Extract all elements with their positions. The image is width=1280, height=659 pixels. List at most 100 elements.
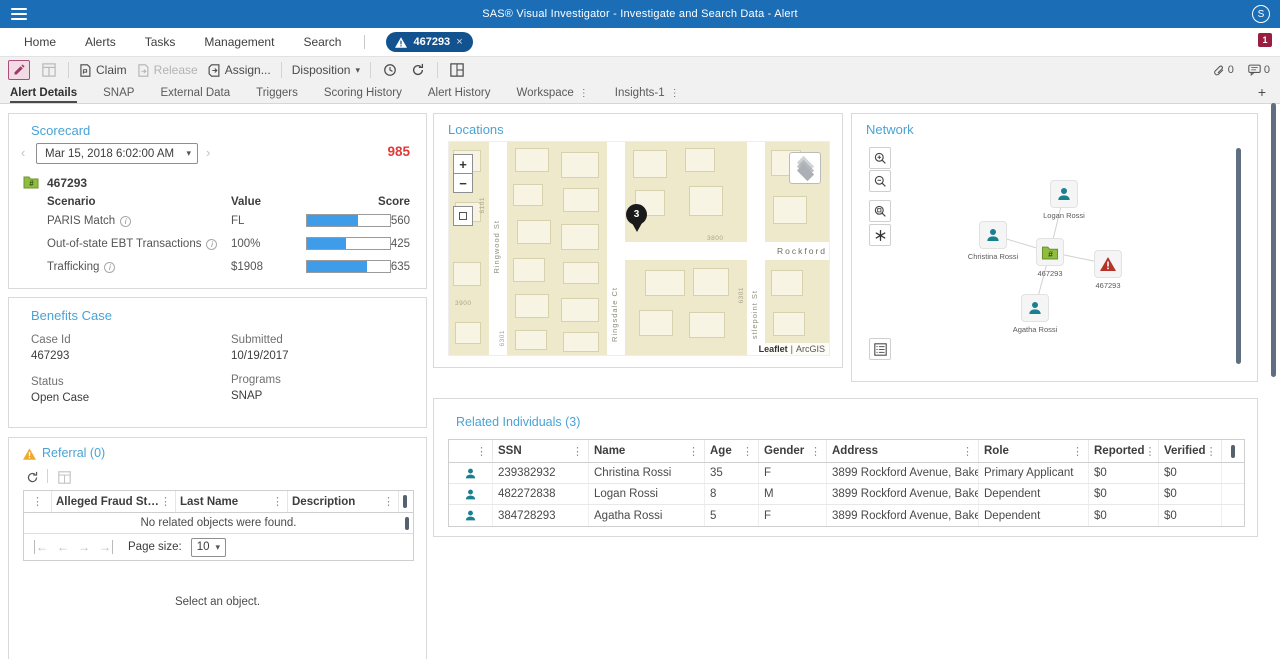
tab-scoring-history[interactable]: Scoring History (324, 87, 402, 103)
previous-date-icon[interactable]: ‹ (21, 145, 25, 160)
scenario-value: 100% (231, 238, 260, 250)
next-date-icon[interactable]: › (206, 145, 210, 160)
assign-button[interactable]: Assign... (208, 63, 271, 77)
map-box-select-button[interactable] (453, 206, 473, 226)
release-button[interactable]: Release (137, 63, 198, 77)
table-row[interactable]: 482272838 Logan Rossi 8 M 3899 Rockford … (449, 484, 1244, 505)
column-menu-icon[interactable]: ⋮ (962, 445, 973, 458)
arcgis-link[interactable]: ArcGIS (796, 344, 825, 354)
column-menu-icon[interactable]: ⋮ (160, 495, 171, 508)
attachments-button[interactable]: 0 (1213, 64, 1234, 77)
last-page-icon[interactable]: → (99, 540, 113, 554)
page-scrollbar[interactable] (1271, 103, 1276, 377)
table-scrollbar[interactable] (405, 517, 409, 530)
network-scrollbar[interactable] (1236, 148, 1241, 364)
nav-item-search[interactable]: Search (303, 35, 341, 49)
map-canvas[interactable]: Ringwood St Ringsdale Ct stlepoint St Ro… (448, 141, 830, 356)
column-menu-icon[interactable]: ⋮ (742, 445, 753, 458)
tab-menu-icon[interactable]: ⋮ (670, 88, 680, 99)
column-menu-icon[interactable]: ⋮ (810, 445, 821, 458)
scenario-name: PARIS Matchi (47, 215, 131, 227)
cell-role: Primary Applicant (979, 463, 1089, 483)
column-menu-icon[interactable]: ⋮ (688, 445, 699, 458)
board-view-button[interactable] (40, 61, 58, 79)
column-menu-icon[interactable]: ⋮ (1206, 445, 1217, 458)
referral-title: Referral (0) (42, 446, 105, 460)
cell-ssn: 384728293 (493, 505, 589, 526)
cell-address: 3899 Rockford Avenue, Bakers... (827, 484, 979, 504)
column-menu-icon[interactable]: ⋮ (32, 495, 43, 508)
notification-badge[interactable]: 1 (1258, 33, 1272, 47)
paperclip-icon (1213, 64, 1225, 77)
map-layers-button[interactable] (789, 152, 821, 184)
refresh-referrals-button[interactable] (23, 468, 41, 486)
tab-triggers[interactable]: Triggers (256, 87, 298, 103)
column-header: SSN (498, 445, 522, 457)
tab-alert-history[interactable]: Alert History (428, 87, 491, 103)
tab-alert-details[interactable]: Alert Details (10, 87, 77, 103)
table-scrollbar[interactable] (403, 495, 407, 508)
tab-external-data[interactable]: External Data (160, 87, 230, 103)
tab-insights-1[interactable]: Insights-1⋮ (615, 87, 680, 103)
network-node-logan-rossi[interactable] (1050, 180, 1078, 208)
nav-item-tasks[interactable]: Tasks (145, 35, 176, 49)
cell-address: 3899 Rockford Avenue, Bakers... (827, 505, 979, 526)
network-node-case[interactable]: # (1036, 238, 1064, 266)
info-icon[interactable]: i (120, 216, 131, 227)
edit-mode-button[interactable] (8, 60, 30, 80)
person-icon (464, 509, 477, 522)
refresh-button[interactable] (409, 61, 427, 79)
add-tab-button[interactable]: + (1258, 84, 1266, 100)
network-node-label: 467293 (1072, 281, 1144, 290)
table-scrollbar[interactable] (1231, 445, 1235, 458)
column-menu-icon[interactable]: ⋮ (383, 495, 394, 508)
parcel-number: 3900 (455, 300, 471, 307)
kanban-icon (42, 63, 56, 77)
claim-button[interactable]: Claim (79, 63, 127, 77)
network-node-alert[interactable] (1094, 250, 1122, 278)
column-menu-icon[interactable]: ⋮ (1144, 445, 1155, 458)
cell-age: 35 (705, 463, 759, 483)
grid-view-button[interactable] (55, 468, 73, 486)
location-marker[interactable]: 3 (626, 204, 647, 232)
page-size-select[interactable]: 10 ▾ (191, 538, 226, 557)
table-row[interactable]: 384728293 Agatha Rossi 5 F 3899 Rockford… (449, 505, 1244, 526)
previous-page-icon[interactable]: ← (57, 540, 69, 554)
score-date-select[interactable]: Mar 15, 2018 6:02:00 AM ▾ (36, 143, 198, 164)
leaflet-link[interactable]: Leaflet (759, 344, 788, 354)
column-header: Verified (1164, 445, 1206, 457)
nav-item-alerts[interactable]: Alerts (85, 35, 116, 49)
refresh-icon (411, 63, 425, 77)
tab-workspace[interactable]: Workspace⋮ (516, 87, 588, 103)
column-menu-icon[interactable]: ⋮ (1072, 445, 1083, 458)
tab-menu-icon[interactable]: ⋮ (579, 88, 589, 99)
next-page-icon[interactable]: → (78, 540, 90, 554)
disposition-dropdown[interactable]: Disposition ▾ (292, 63, 360, 77)
column-header: Role (984, 445, 1009, 457)
nav-item-management[interactable]: Management (204, 35, 274, 49)
info-icon[interactable]: i (104, 262, 115, 273)
column-menu-icon[interactable]: ⋮ (272, 495, 283, 508)
nav-item-home[interactable]: Home (24, 35, 56, 49)
scorecard-panel: Scorecard ‹ Mar 15, 2018 6:02:00 AM ▾ › … (8, 113, 427, 289)
user-avatar[interactable]: S (1252, 5, 1270, 23)
comments-button[interactable]: 0 (1248, 64, 1270, 76)
close-alert-icon[interactable]: × (456, 37, 462, 48)
info-icon[interactable]: i (206, 239, 217, 250)
column-menu-icon[interactable]: ⋮ (476, 445, 487, 458)
tab-snap[interactable]: SNAP (103, 87, 134, 103)
locations-panel: Locations (433, 113, 843, 368)
map-zoom-in-button[interactable]: + (453, 154, 473, 174)
history-button[interactable] (381, 61, 399, 79)
first-page-icon[interactable]: ← (34, 540, 48, 554)
table-row[interactable]: 239382932 Christina Rossi 35 F 3899 Rock… (449, 463, 1244, 484)
map-zoom-out-button[interactable]: − (453, 173, 473, 193)
field-value: 10/19/2017 (231, 350, 289, 362)
layout-button[interactable] (448, 61, 466, 79)
network-node-christina-rossi[interactable] (979, 221, 1007, 249)
network-node-agatha-rossi[interactable] (1021, 294, 1049, 322)
column-header: Alleged Fraud Start ... (56, 496, 160, 508)
open-alert-pill[interactable]: 467293 × (386, 32, 472, 52)
scorecard-title: Scorecard (31, 123, 90, 138)
column-menu-icon[interactable]: ⋮ (572, 445, 583, 458)
